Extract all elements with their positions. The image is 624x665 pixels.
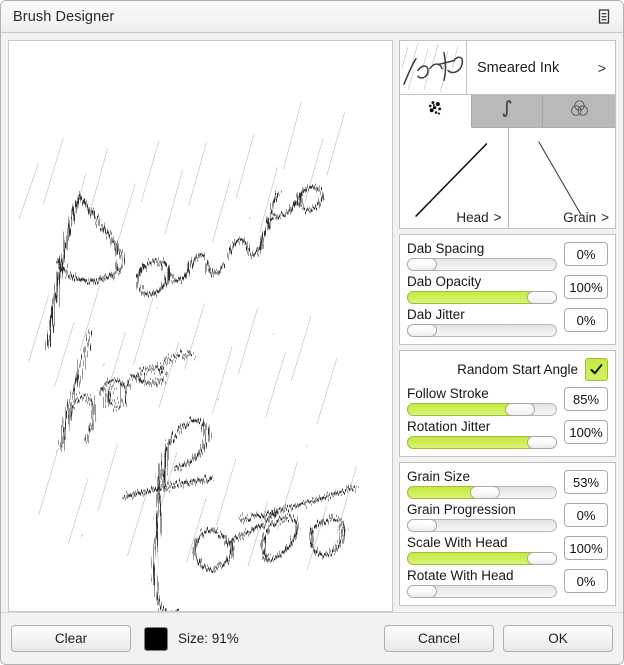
slider-label: Rotation Jitter bbox=[407, 419, 491, 434]
bottom-toolbar: Clear Size: 91% Cancel OK bbox=[1, 612, 623, 664]
slider-label: Scale With Head bbox=[407, 535, 508, 550]
slider-label: Grain Progression bbox=[407, 502, 516, 517]
slider-label: Rotate With Head bbox=[407, 568, 514, 583]
slider-knob[interactable] bbox=[527, 436, 557, 449]
dab-opacity-slider[interactable] bbox=[407, 291, 557, 304]
slider-row-grain-size: Grain Size 53% bbox=[407, 469, 608, 499]
ink-stroke-thumbnail bbox=[400, 41, 467, 94]
slider-knob[interactable] bbox=[527, 552, 557, 565]
brush-selector[interactable]: Smeared Ink > bbox=[399, 40, 616, 95]
slider-fill bbox=[407, 552, 533, 565]
follow-stroke-slider[interactable] bbox=[407, 403, 557, 416]
slider-knob[interactable] bbox=[407, 519, 437, 532]
slider-label: Grain Size bbox=[407, 469, 471, 484]
dab-settings-group: Dab Spacing 0% Dab Opacity 100% Dab Jitt… bbox=[399, 234, 616, 345]
slider-knob[interactable] bbox=[407, 585, 437, 598]
curve-previews: Head > Grain > bbox=[399, 128, 616, 229]
dab-spacing-slider[interactable] bbox=[407, 258, 557, 271]
check-icon bbox=[589, 362, 604, 377]
dab-jitter-slider[interactable] bbox=[407, 324, 557, 337]
dab-opacity-value[interactable]: 100% bbox=[564, 275, 608, 299]
color-swatch[interactable] bbox=[144, 626, 168, 651]
head-curve-preview[interactable]: Head > bbox=[400, 128, 508, 228]
grain-size-value[interactable]: 53% bbox=[564, 470, 608, 494]
random-start-angle-row: Random Start Angle bbox=[407, 357, 608, 381]
brush-name: Smeared Ink bbox=[477, 59, 560, 76]
grain-size-slider[interactable] bbox=[407, 486, 557, 499]
main-body: Smeared Ink > Head > Grain > Dab Spacing… bbox=[1, 33, 623, 612]
head-curve-label: Head > bbox=[456, 210, 501, 225]
clear-button[interactable]: Clear bbox=[11, 625, 131, 652]
brush-designer-window: Brush Designer Smeared Ink > Head > Grai… bbox=[0, 0, 624, 665]
cancel-button[interactable]: Cancel bbox=[384, 625, 494, 652]
slider-label: Follow Stroke bbox=[407, 386, 489, 401]
chevron-right-icon: > bbox=[493, 210, 502, 225]
page-title: Brush Designer bbox=[13, 8, 115, 25]
chevron-right-icon: > bbox=[601, 210, 609, 225]
random-start-angle-checkbox[interactable] bbox=[585, 358, 608, 381]
scale-with-head-slider[interactable] bbox=[407, 552, 557, 565]
rotate-with-head-value[interactable]: 0% bbox=[564, 569, 608, 593]
s-curve-icon bbox=[497, 98, 518, 124]
slider-knob[interactable] bbox=[504, 403, 535, 416]
grain-label-text: Grain bbox=[563, 210, 597, 225]
slider-label: Dab Opacity bbox=[407, 274, 482, 289]
slider-knob[interactable] bbox=[407, 258, 437, 271]
slider-label: Dab Spacing bbox=[407, 241, 485, 256]
slider-row-follow-stroke: Follow Stroke 85% bbox=[407, 386, 608, 416]
brush-settings-panel: Smeared Ink > Head > Grain > Dab Spacing… bbox=[399, 40, 616, 612]
slider-fill bbox=[407, 486, 475, 499]
brush-size-label: Size: 91% bbox=[178, 631, 239, 646]
rotation-jitter-slider[interactable] bbox=[407, 436, 557, 449]
random-start-angle-label: Random Start Angle bbox=[457, 362, 578, 377]
ok-button[interactable]: OK bbox=[503, 625, 613, 652]
rotation-jitter-value[interactable]: 100% bbox=[564, 420, 608, 444]
slider-row-rotation-jitter: Rotation Jitter 100% bbox=[407, 419, 608, 449]
slider-knob[interactable] bbox=[470, 486, 500, 499]
list-menu-icon[interactable] bbox=[596, 8, 612, 25]
slider-row-scale-with-head: Scale With Head 100% bbox=[407, 535, 608, 565]
scattered-dots-icon bbox=[425, 98, 446, 124]
scale-with-head-value[interactable]: 100% bbox=[564, 536, 608, 560]
head-label-text: Head bbox=[456, 210, 489, 225]
tab-blend[interactable] bbox=[543, 95, 616, 128]
title-bar: Brush Designer bbox=[1, 1, 623, 33]
slider-row-dab-jitter: Dab Jitter 0% bbox=[407, 307, 608, 337]
grain-progression-value[interactable]: 0% bbox=[564, 503, 608, 527]
grain-progression-slider[interactable] bbox=[407, 519, 557, 532]
slider-fill bbox=[407, 436, 533, 449]
dab-jitter-value[interactable]: 0% bbox=[564, 308, 608, 332]
dab-spacing-value[interactable]: 0% bbox=[564, 242, 608, 266]
slider-label: Dab Jitter bbox=[407, 307, 465, 322]
slider-row-grain-progression: Grain Progression 0% bbox=[407, 502, 608, 532]
angle-settings-group: Random Start Angle Follow Stroke 85% Rot… bbox=[399, 350, 616, 457]
tab-curve[interactable] bbox=[471, 95, 544, 128]
chevron-right-icon: > bbox=[597, 59, 606, 76]
rotate-with-head-slider[interactable] bbox=[407, 585, 557, 598]
settings-tabs bbox=[399, 95, 616, 128]
slider-row-dab-spacing: Dab Spacing 0% bbox=[407, 241, 608, 271]
tab-dabs[interactable] bbox=[400, 95, 472, 128]
follow-stroke-value[interactable]: 85% bbox=[564, 387, 608, 411]
grain-curve-label: Grain > bbox=[563, 210, 609, 225]
grain-settings-group: Grain Size 53% Grain Progression 0% Scal… bbox=[399, 462, 616, 606]
paint-canvas[interactable] bbox=[8, 40, 393, 612]
slider-knob[interactable] bbox=[407, 324, 437, 337]
slider-fill bbox=[407, 291, 533, 304]
slider-row-rotate-with-head: Rotate With Head 0% bbox=[407, 568, 608, 598]
venn-circles-icon bbox=[569, 98, 590, 124]
slider-row-dab-opacity: Dab Opacity 100% bbox=[407, 274, 608, 304]
slider-knob[interactable] bbox=[527, 291, 557, 304]
grain-curve-preview[interactable]: Grain > bbox=[507, 128, 616, 228]
brush-name-row[interactable]: Smeared Ink > bbox=[467, 41, 615, 94]
slider-fill bbox=[407, 403, 512, 416]
